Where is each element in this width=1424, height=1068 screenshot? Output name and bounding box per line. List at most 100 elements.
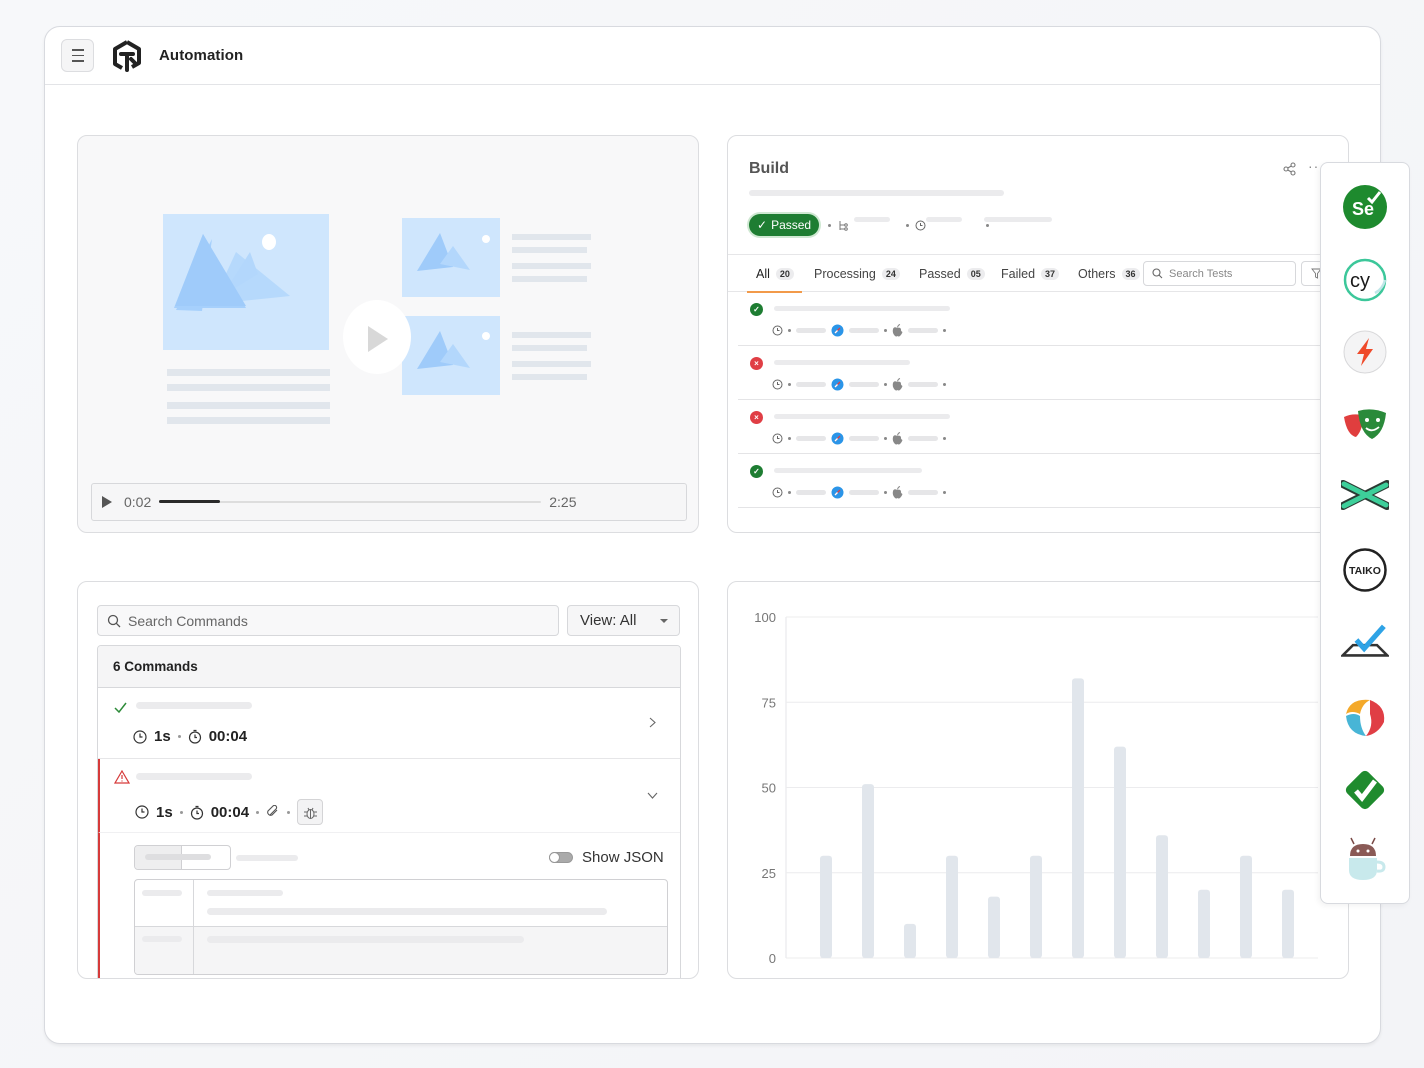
tool-cypress[interactable]: cy	[1341, 256, 1389, 304]
bar[interactable]	[946, 855, 958, 958]
chevron-down-icon[interactable]	[647, 792, 658, 799]
command-duration: 1s	[154, 728, 171, 745]
integrations-panel: Se cy TAIKO	[1320, 162, 1410, 904]
apple-icon	[892, 377, 903, 390]
separator-dot	[943, 328, 946, 332]
search-tests-input[interactable]: Search Tests	[1143, 261, 1296, 286]
test-row[interactable]: ✓	[738, 454, 1348, 508]
bar[interactable]	[988, 896, 1000, 958]
safari-icon	[831, 324, 844, 336]
bar[interactable]	[820, 855, 832, 958]
bar[interactable]	[1072, 678, 1084, 958]
bar[interactable]	[1282, 889, 1294, 958]
clock-icon	[772, 433, 783, 443]
apple-icon	[892, 323, 903, 336]
bar[interactable]	[1240, 855, 1252, 958]
command-details: Show JSON	[98, 833, 680, 978]
test-name-placeholder	[774, 468, 922, 473]
tool-hyperexecute[interactable]	[1341, 328, 1389, 376]
separator-dot	[788, 436, 791, 440]
test-row[interactable]: ✓	[738, 292, 1348, 346]
tab-label: Processing	[814, 267, 876, 281]
search-commands-input[interactable]: Search Commands	[97, 605, 559, 636]
tool-puppeteer[interactable]	[1341, 471, 1389, 519]
clock-icon	[772, 379, 783, 389]
command-timestamp: 00:04	[210, 803, 250, 821]
tool-espresso[interactable]	[1341, 836, 1389, 884]
menu-button[interactable]	[61, 39, 94, 72]
view-select[interactable]: View: All	[567, 605, 680, 636]
safari-icon	[831, 486, 844, 498]
search-placeholder: Search Commands	[128, 612, 248, 629]
time-placeholder	[926, 217, 962, 222]
tab-all[interactable]: All 20	[756, 267, 794, 281]
bar[interactable]	[1198, 889, 1210, 958]
bar[interactable]	[904, 923, 916, 958]
separator-dot	[943, 436, 946, 440]
segmented-control[interactable]	[134, 845, 231, 870]
debug-button[interactable]	[297, 799, 324, 825]
test-name-placeholder	[774, 360, 910, 365]
show-json-toggle[interactable]	[549, 852, 573, 863]
clock-icon	[915, 220, 926, 231]
y-tick-label: 100	[754, 610, 776, 625]
current-time: 0:02	[124, 494, 152, 510]
tool-playwright[interactable]	[1341, 401, 1389, 449]
play-icon[interactable]	[102, 496, 112, 508]
attachment-icon[interactable]	[266, 805, 280, 819]
test-meta	[772, 377, 946, 390]
test-name-placeholder	[774, 306, 950, 311]
seek-bar[interactable]	[159, 500, 542, 503]
video-thumbnail	[163, 214, 591, 424]
bar[interactable]	[1030, 855, 1042, 958]
commands-count: 6 Commands	[98, 646, 680, 688]
app-title: Automation	[159, 47, 244, 64]
bar[interactable]	[1114, 746, 1126, 958]
clock-icon	[772, 325, 783, 335]
view-select-value: View: All	[580, 612, 637, 629]
video-player-card: 0:02 2:25	[77, 135, 699, 533]
tab-failed[interactable]: Failed 37	[1001, 267, 1060, 281]
command-row[interactable]: 1s 00:04	[98, 688, 680, 759]
test-meta	[772, 323, 946, 336]
stopwatch-icon	[188, 729, 201, 744]
command-duration: 1s	[156, 803, 173, 821]
bar[interactable]	[862, 784, 874, 958]
value-placeholder	[207, 908, 607, 915]
tool-testing[interactable]	[1341, 616, 1389, 664]
tab-passed[interactable]: Passed 05	[919, 267, 985, 281]
passed-status-icon: ✓	[750, 465, 763, 478]
test-tabs: All 20 Processing 24 Passed 05 Failed 37…	[728, 254, 1348, 293]
y-tick-label: 75	[762, 695, 776, 710]
chevron-right-icon[interactable]	[649, 717, 656, 728]
espresso-android-icon	[1349, 837, 1386, 880]
meta-placeholder	[796, 381, 826, 387]
table-row	[135, 880, 667, 927]
tool-selenium[interactable]: Se	[1341, 183, 1389, 231]
clock-icon	[772, 487, 783, 497]
bar[interactable]	[1156, 835, 1168, 958]
detail-placeholder	[236, 855, 298, 861]
seek-progress	[159, 500, 221, 503]
checkmark-tray-icon	[1341, 624, 1389, 657]
key-placeholder	[142, 936, 182, 942]
command-row-error[interactable]: 1s 00:04	[98, 759, 680, 833]
meta-placeholder	[796, 489, 826, 495]
separator-dot	[788, 328, 791, 332]
test-row[interactable]: ×	[738, 346, 1348, 400]
failed-status-icon: ×	[750, 411, 763, 424]
search-placeholder: Search Tests	[1169, 267, 1233, 280]
tool-validation[interactable]	[1341, 766, 1389, 814]
separator-dot	[884, 436, 887, 440]
tab-count: 20	[775, 268, 794, 280]
separator-dot	[943, 382, 946, 386]
tab-processing[interactable]: Processing 24	[814, 267, 900, 281]
meta-placeholder	[908, 327, 938, 333]
test-row[interactable]: ×	[738, 400, 1348, 454]
bug-icon	[303, 807, 317, 819]
share-icon[interactable]	[1283, 162, 1297, 176]
tool-taiko[interactable]: TAIKO	[1341, 546, 1389, 594]
tool-browser[interactable]	[1341, 693, 1389, 741]
tab-others[interactable]: Others 36	[1078, 267, 1140, 281]
cypress-icon: cy	[1343, 258, 1387, 302]
